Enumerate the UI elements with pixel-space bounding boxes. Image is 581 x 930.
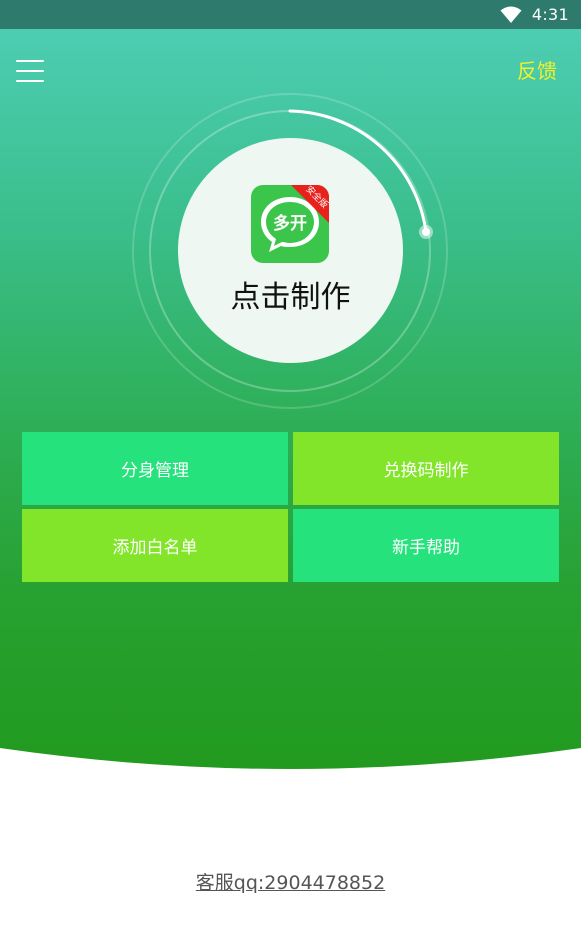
- beginner-help-button[interactable]: 新手帮助: [293, 509, 559, 582]
- create-button[interactable]: 安全版 多开 点击制作: [178, 138, 403, 363]
- svg-text:多开: 多开: [273, 213, 307, 234]
- wifi-icon: [500, 6, 522, 23]
- status-time: 4:31: [531, 5, 569, 24]
- add-whitelist-button[interactable]: 添加白名单: [22, 509, 288, 582]
- multi-open-chat-icon: 安全版 多开: [251, 185, 329, 263]
- hamburger-menu-icon[interactable]: [16, 60, 44, 82]
- action-grid: 分身管理 兑换码制作 添加白名单 新手帮助: [22, 432, 559, 582]
- status-bar: 4:31: [0, 0, 581, 29]
- bottom-wave: [0, 748, 581, 790]
- customer-service-link[interactable]: 客服qq:2904478852: [0, 868, 581, 895]
- feedback-button[interactable]: 反馈: [517, 55, 557, 84]
- clone-manage-button[interactable]: 分身管理: [22, 432, 288, 505]
- redeem-code-button[interactable]: 兑换码制作: [293, 432, 559, 505]
- create-label: 点击制作: [230, 280, 351, 315]
